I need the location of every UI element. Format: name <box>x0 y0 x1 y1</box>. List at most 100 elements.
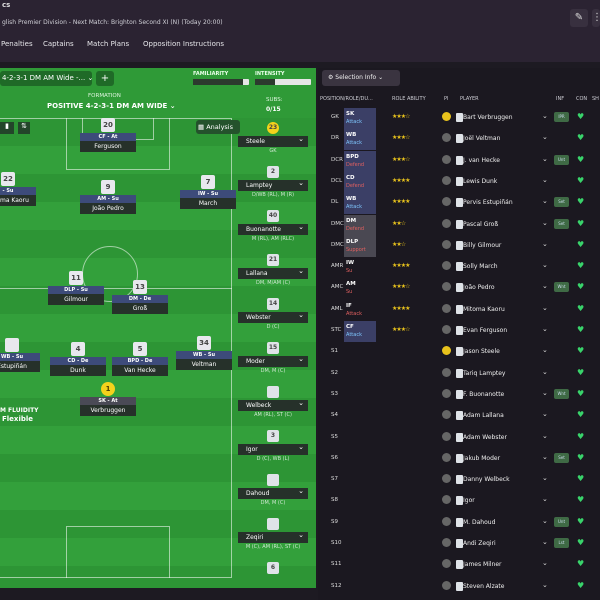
ellipsis-icon[interactable]: ⋮ <box>592 9 600 27</box>
chevron-down-icon[interactable]: ⌄ <box>542 432 548 440</box>
player-slot-dcl[interactable]: 4 CD - De Dunk <box>50 342 106 376</box>
col-header-position[interactable]: POSITION/ROLE/DU... <box>320 96 373 102</box>
sub-slot[interactable]: 2LampteyD/WB (RL), M (R) <box>238 166 308 198</box>
player-slot-aml[interactable]: 22 - Su Mitoma Kaoru <box>0 172 36 206</box>
player-name[interactable]: Billy Gilmour <box>463 242 501 249</box>
add-tactic-button[interactable]: + <box>96 71 114 86</box>
table-row[interactable]: S10 Andi Zeqiri ⌄ Lst ♥ <box>318 534 600 555</box>
chevron-down-icon[interactable]: ⌄ <box>542 155 548 163</box>
player-name[interactable]: Solly March <box>463 263 498 270</box>
analysis-button[interactable]: ▦ Analysis <box>196 120 240 134</box>
player-name[interactable]: Pervis Estupiñán <box>463 199 513 206</box>
player-slot-dmcl[interactable]: 11 DLP - Su Gilmour <box>48 271 104 305</box>
chevron-down-icon[interactable]: ⌄ <box>542 410 548 418</box>
table-row[interactable]: DCL CD Defend ★★★★ Lewis Dunk ⌄ ♥ <box>318 171 600 193</box>
player-name[interactable]: F. Buonanotte <box>463 391 504 398</box>
chevron-down-icon[interactable]: ⌄ <box>542 474 548 482</box>
chevron-down-icon[interactable]: ⌄ <box>542 517 548 525</box>
table-row[interactable]: DL WB Attack ★★★★ Pervis Estupiñán ⌄ Set ♥ <box>318 193 600 215</box>
chevron-down-icon[interactable]: ⌄ <box>542 112 548 120</box>
chevron-down-icon[interactable]: ⌄ <box>542 176 548 184</box>
tab-penalties[interactable]: Penalties <box>1 40 33 48</box>
player-slot-st[interactable]: 20 CF - At Ferguson <box>80 118 136 152</box>
role-cell[interactable]: DLP Support <box>344 235 376 257</box>
tab-captains[interactable]: Captains <box>43 40 74 48</box>
role-cell[interactable]: IF Attack <box>344 300 376 321</box>
player-name[interactable]: Steven Alzate <box>463 583 504 590</box>
role-cell[interactable]: SK Attack <box>344 108 376 129</box>
table-row[interactable]: S2 Tariq Lamptey ⌄ ♥ <box>318 364 600 385</box>
table-row[interactable]: S4 Adam Lallana ⌄ ♥ <box>318 406 600 427</box>
role-cell[interactable]: BPD Defend <box>344 150 376 172</box>
player-name[interactable]: Evan Ferguson <box>463 327 507 334</box>
table-row[interactable]: STC CF Attack ★★★☆ Evan Ferguson ⌄ ♥ <box>318 321 600 342</box>
player-name[interactable]: J. van Hecke <box>463 157 500 164</box>
table-row[interactable]: AML IF Attack ★★★★ Mitoma Kaoru ⌄ ♥ <box>318 300 600 321</box>
table-row[interactable]: DCR BPD Defend ★★★☆ J. van Hecke ⌄ Unt ♥ <box>318 150 600 172</box>
chevron-down-icon[interactable]: ⌄ <box>542 495 548 503</box>
player-name[interactable]: M. Dahoud <box>463 519 495 526</box>
table-row[interactable]: S6 Jakub Moder ⌄ Set ♥ <box>318 449 600 470</box>
player-name[interactable]: João Pedro <box>463 284 495 291</box>
role-cell[interactable]: CF Attack <box>344 321 376 342</box>
col-header-sh[interactable]: SH <box>592 96 599 102</box>
role-cell[interactable]: AM Su <box>344 278 376 299</box>
sub-slot[interactable]: 6 <box>238 562 308 574</box>
table-row[interactable]: AMC AM Su ★★★☆ João Pedro ⌄ Wnt ♥ <box>318 278 600 299</box>
player-name[interactable]: James Milner <box>463 561 502 568</box>
bar-chart-icon[interactable]: ▮ <box>0 122 14 134</box>
pencil-icon[interactable]: ✎ <box>570 9 588 27</box>
sort-icon[interactable]: ⇅ <box>18 122 30 134</box>
player-slot-amr[interactable]: 7 IW - Su March <box>180 175 236 209</box>
tab-match-plans[interactable]: Match Plans <box>87 40 129 48</box>
selection-info-dropdown[interactable]: ⚙ Selection Info ⌄ <box>322 70 400 86</box>
table-row[interactable]: S8 Igor ⌄ ♥ <box>318 491 600 512</box>
col-header-player[interactable]: PLAYER <box>460 96 479 102</box>
table-row[interactable]: S3 F. Buonanotte ⌄ Wnt ♥ <box>318 385 600 406</box>
player-slot-dcr[interactable]: 5 BPD - De Van Hecke <box>112 342 168 376</box>
player-name[interactable]: Tariq Lamptey <box>463 370 505 377</box>
table-row[interactable]: GK SK Attack ★★★☆ Bart Verbruggen ⌄ IPR ♥ <box>318 108 600 129</box>
player-name[interactable]: Igor <box>463 497 475 504</box>
sub-slot[interactable]: WelbeckAM (RL), ST (C) <box>238 386 308 418</box>
chevron-down-icon[interactable]: ⌄ <box>542 538 548 546</box>
sub-slot[interactable]: 40BuonanotteM (RL), AM (RLC) <box>238 210 308 242</box>
role-cell[interactable]: WB Attack <box>344 193 376 215</box>
chevron-down-icon[interactable]: ⌄ <box>542 197 548 205</box>
role-cell[interactable]: CD Defend <box>344 171 376 193</box>
sub-slot[interactable]: 23SteeleGK <box>238 122 308 154</box>
player-slot-dmcr[interactable]: 13 DM - De Groß <box>112 280 168 314</box>
sub-slot[interactable]: ZeqiriM (C), AM (RL), ST (C) <box>238 518 308 550</box>
chevron-down-icon[interactable]: ⌄ <box>542 219 548 227</box>
player-slot-dr[interactable]: 34 WB - Su Veltman <box>176 336 232 370</box>
col-header-pi[interactable]: PI <box>444 96 449 102</box>
chevron-down-icon[interactable]: ⌄ <box>542 453 548 461</box>
formation-name[interactable]: POSITIVE 4-2-3-1 DM AM WIDE ⌄ <box>47 102 176 110</box>
table-row[interactable]: DMCL DLP Support ★★☆ Billy Gilmour ⌄ ♥ <box>318 235 600 257</box>
player-name[interactable]: Danny Welbeck <box>463 476 510 483</box>
chevron-down-icon[interactable]: ⌄ <box>542 325 548 333</box>
player-name[interactable]: Jason Steele <box>463 348 500 355</box>
table-row[interactable]: S1 Jason Steele ⌄ ♥ <box>318 342 600 363</box>
table-row[interactable]: S12 Steven Alzate ⌄ ♥ <box>318 577 600 598</box>
player-name[interactable]: Lewis Dunk <box>463 178 497 185</box>
player-name[interactable]: Adam Webster <box>463 434 507 441</box>
chevron-down-icon[interactable]: ⌄ <box>542 240 548 248</box>
role-cell[interactable]: IW Su <box>344 257 376 278</box>
sub-slot[interactable]: 14WebsterD (C) <box>238 298 308 330</box>
col-header-role-ability[interactable]: ROLE ABILITY <box>392 96 426 102</box>
tab-opposition-instructions[interactable]: Opposition Instructions <box>143 40 224 48</box>
chevron-down-icon[interactable]: ⌄ <box>542 304 548 312</box>
chevron-down-icon[interactable]: ⌄ <box>542 133 548 141</box>
chevron-down-icon[interactable]: ⌄ <box>542 368 548 376</box>
chevron-down-icon[interactable]: ⌄ <box>542 282 548 290</box>
table-row[interactable]: S5 Adam Webster ⌄ ♥ <box>318 428 600 449</box>
role-cell[interactable]: WB Attack <box>344 129 376 151</box>
sub-slot[interactable]: 3IgorD (C), WB (L) <box>238 430 308 462</box>
col-header-con[interactable]: CON <box>576 96 587 102</box>
player-name[interactable]: Pascal Groß <box>463 221 498 228</box>
player-slot-amc[interactable]: 9 AM - Su João Pedro <box>80 180 136 214</box>
player-name[interactable]: Mitoma Kaoru <box>463 306 505 313</box>
player-name[interactable]: Andi Zeqiri <box>463 540 496 547</box>
chevron-down-icon[interactable]: ⌄ <box>542 559 548 567</box>
